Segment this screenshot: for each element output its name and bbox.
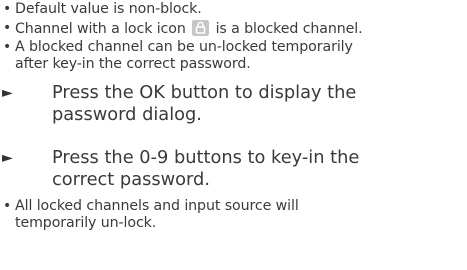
bullet-text-after: is a blocked channel. (215, 20, 363, 37)
step-text-line1: Press the 0-9 buttons to key-in the (52, 147, 360, 168)
bullet-item-lock-icon: • Channel with a lock icon is a blocked … (0, 19, 363, 38)
bullet-marker: • (3, 1, 12, 17)
step-digit-buttons: ► Press the 0-9 buttons to key-in the co… (0, 147, 415, 191)
bullet-text-line1: All locked channels and input source wil… (15, 198, 299, 214)
bullet-text: Default value is non-block. (15, 1, 202, 17)
manual-page: • Default value is non-block. • Channel … (0, 0, 467, 270)
bullet-marker: • (3, 198, 12, 214)
bullet-text-line2: temporarily un-lock. (15, 214, 157, 231)
lock-icon (192, 19, 210, 36)
step-arrow-icon: ► (2, 150, 13, 166)
bullet-list-top: • Default value is non-block. • Channel … (0, 1, 363, 72)
bullet-item-unlock-temporarily: • A blocked channel can be un-locked tem… (0, 39, 363, 72)
bullet-item-locked-channels: • All locked channels and input source w… (0, 198, 299, 231)
bullet-text-line2: after key-in the correct password. (15, 55, 251, 72)
step-ok-button: ► Press the OK button to display the pas… (0, 82, 415, 126)
step-text-line1: Press the OK button to display the (52, 82, 357, 103)
bullet-text-before: Channel with a lock icon (15, 20, 186, 37)
bullet-list-bottom: • All locked channels and input source w… (0, 198, 299, 231)
bullet-item-default-value: • Default value is non-block. (0, 1, 363, 18)
step-text-line2: password dialog. (52, 104, 202, 125)
bullet-text-line1: A blocked channel can be un-locked tempo… (15, 39, 353, 55)
step-text-line2: correct password. (52, 169, 210, 190)
bullet-marker: • (3, 19, 12, 36)
step-arrow-icon: ► (2, 85, 13, 101)
bullet-marker: • (3, 39, 12, 55)
